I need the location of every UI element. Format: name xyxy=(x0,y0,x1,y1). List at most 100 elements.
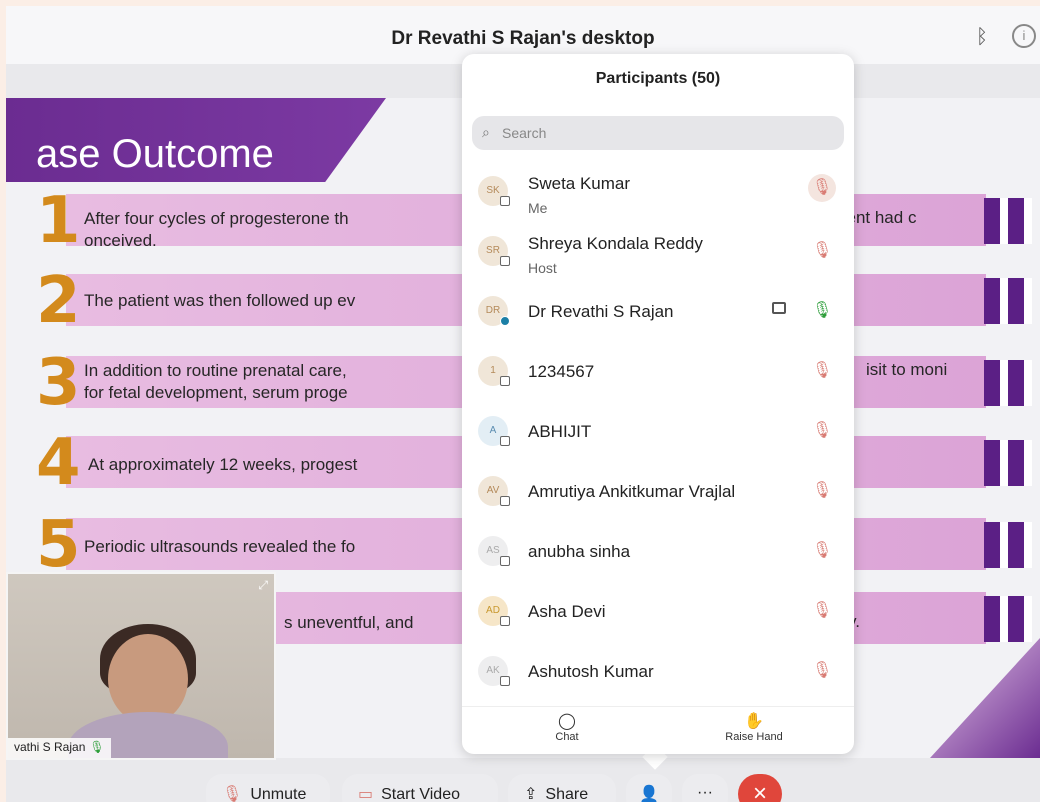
end-call-button[interactable]: × xyxy=(738,774,782,802)
participants-panel: Participants (50) ⌕ SK Sweta Kumar Me 🎙 … xyxy=(462,54,854,754)
share-icon: ⇪ xyxy=(524,786,538,802)
device-icon xyxy=(500,376,510,386)
mic-muted-icon[interactable]: 🎙 xyxy=(812,660,832,682)
self-video-tile[interactable]: ⤢ vathi S Rajan 🎙 xyxy=(6,572,276,760)
point-number: 3 xyxy=(36,346,81,420)
participant-sweta-kumar[interactable]: SK Sweta Kumar Me 🎙 xyxy=(462,162,854,222)
mic-muted-icon: 🎙 xyxy=(222,786,243,802)
decorative-bars xyxy=(984,440,1032,486)
close-icon: × xyxy=(752,780,767,802)
start-video-button[interactable]: ▭ Start Video xyxy=(342,774,498,802)
participant-asha-devi[interactable]: AD Asha Devi 🎙 xyxy=(462,582,854,642)
hand-icon: ✋ xyxy=(744,713,764,730)
point-text: The patient was then followed up ev xyxy=(84,291,356,310)
point-text: s uneventful, and xyxy=(284,613,414,632)
info-icon[interactable]: i xyxy=(1012,24,1036,48)
decorative-bars xyxy=(984,278,1032,324)
participants-icon: 👤 xyxy=(639,786,659,802)
device-icon xyxy=(500,256,510,266)
participant-name: ABHIJIT xyxy=(528,422,592,441)
video-camera-icon[interactable] xyxy=(772,302,786,314)
participant-shreya-kondala-reddy[interactable]: SR Shreya Kondala Reddy Host 🎙 xyxy=(462,222,854,282)
participant-ashutosh-kumar[interactable]: AK Ashutosh Kumar 🎙 xyxy=(462,642,854,702)
mic-muted-icon[interactable]: 🎙 xyxy=(812,480,832,502)
participants-title: Participants (50) xyxy=(595,70,721,87)
mic-muted-icon[interactable]: 🎙 xyxy=(812,240,832,262)
point-line-2: onceived. xyxy=(84,231,157,250)
participant-name: Shreya Kondala Reddy xyxy=(528,234,703,253)
decorative-bars xyxy=(984,360,1032,406)
point-text: After four cycles of progesterone th onc… xyxy=(84,208,349,252)
video-name-label: vathi S Rajan 🎙 xyxy=(8,738,111,758)
raise-hand-button[interactable]: ✋ Raise Hand xyxy=(714,711,794,743)
point-text: At approximately 12 weeks, progest xyxy=(88,455,358,474)
participant-name: 1234567 xyxy=(528,362,595,381)
start-video-label: Start Video xyxy=(381,786,460,802)
participant-name: Sweta Kumar xyxy=(528,174,631,193)
point-number: 1 xyxy=(36,184,81,258)
point-text: In addition to routine prenatal care, fo… xyxy=(84,360,348,404)
participant-abhijit[interactable]: A ABHIJIT 🎙 xyxy=(462,402,854,462)
participant-name: Amrutiya Ankitkumar Vrajlal xyxy=(528,482,736,501)
mic-on-icon[interactable]: 🎙 xyxy=(812,300,832,322)
unmute-label: Unmute xyxy=(250,786,307,802)
point-text: Periodic ultrasounds revealed the fo xyxy=(84,537,356,556)
window-title: Dr Revathi S Rajan's desktop xyxy=(391,28,655,49)
device-icon xyxy=(500,556,510,566)
sharing-status-icon xyxy=(500,316,510,326)
mic-muted-icon[interactable]: 🎙 xyxy=(812,420,832,442)
participant-role: Me xyxy=(528,200,548,216)
participant-name: anubha sinha xyxy=(528,542,631,561)
participant-name: Dr Revathi S Rajan xyxy=(528,302,674,321)
slide-title: ase Outcome xyxy=(36,132,274,176)
point-line-1: In addition to routine prenatal care, xyxy=(84,361,347,380)
video-person-head xyxy=(108,634,188,724)
point-line-2: for fetal development, serum proge xyxy=(84,383,348,402)
device-icon xyxy=(500,676,510,686)
mic-muted-icon[interactable]: 🎙 xyxy=(812,540,832,562)
participant-1234567[interactable]: 1 1234567 🎙 xyxy=(462,342,854,402)
more-button[interactable]: ··· xyxy=(682,774,728,802)
participants-button[interactable]: 👤 xyxy=(626,774,672,802)
expand-icon[interactable]: ⤢ xyxy=(258,578,268,593)
device-icon xyxy=(500,196,510,206)
point-number: 4 xyxy=(36,426,81,500)
device-icon xyxy=(500,496,510,506)
point-text-right: isit to moni xyxy=(866,360,948,379)
participant-anubha-sinha[interactable]: AS anubha sinha 🎙 xyxy=(462,522,854,582)
chat-button[interactable]: ◯ Chat xyxy=(540,711,594,743)
meeting-window: Dr Revathi S Rajan's desktop ᛒ i ase Out… xyxy=(6,6,1040,802)
decorative-bars xyxy=(984,522,1032,568)
participant-role: Host xyxy=(528,260,557,276)
video-name: vathi S Rajan xyxy=(14,740,86,754)
device-icon xyxy=(500,616,510,626)
point-number: 5 xyxy=(36,508,81,582)
slide-corner-decoration xyxy=(930,638,1040,758)
decorative-bars xyxy=(984,596,1032,642)
bluetooth-icon: ᛒ xyxy=(976,26,988,48)
point-number: 2 xyxy=(36,264,81,338)
mic-muted-icon[interactable]: 🎙 xyxy=(808,174,836,202)
raise-hand-label: Raise Hand xyxy=(725,731,783,743)
participant-dr-revathi-s-rajan[interactable]: DR Dr Revathi S Rajan 🎙 xyxy=(462,282,854,342)
share-label: Share xyxy=(545,786,589,802)
participant-amrutiya-ankitkumar-vrajlal[interactable]: AV Amrutiya Ankitkumar Vrajlal 🎙 xyxy=(462,462,854,522)
participant-name: Asha Devi xyxy=(528,602,606,621)
device-icon xyxy=(500,436,510,446)
chat-label: Chat xyxy=(555,731,579,743)
search-icon: ⌕ xyxy=(482,124,490,140)
unmute-button[interactable]: 🎙 Unmute xyxy=(206,774,330,802)
mic-on-icon: 🎙 xyxy=(89,740,105,754)
more-icon: ··· xyxy=(697,784,713,801)
mic-muted-icon[interactable]: 🎙 xyxy=(812,600,832,622)
panel-footer: ◯ Chat ✋ Raise Hand xyxy=(462,706,854,754)
decorative-bars xyxy=(984,198,1032,244)
participant-name: Ashutosh Kumar xyxy=(528,662,654,681)
search-box[interactable]: ⌕ xyxy=(472,116,844,150)
search-input[interactable] xyxy=(502,120,832,146)
video-off-icon: ▭ xyxy=(358,786,374,802)
mic-muted-icon[interactable]: 🎙 xyxy=(812,360,832,382)
share-button[interactable]: ⇪ Share xyxy=(508,774,616,802)
point-line-1: After four cycles of progesterone th xyxy=(84,209,349,228)
chat-bubble-icon: ◯ xyxy=(558,713,576,730)
